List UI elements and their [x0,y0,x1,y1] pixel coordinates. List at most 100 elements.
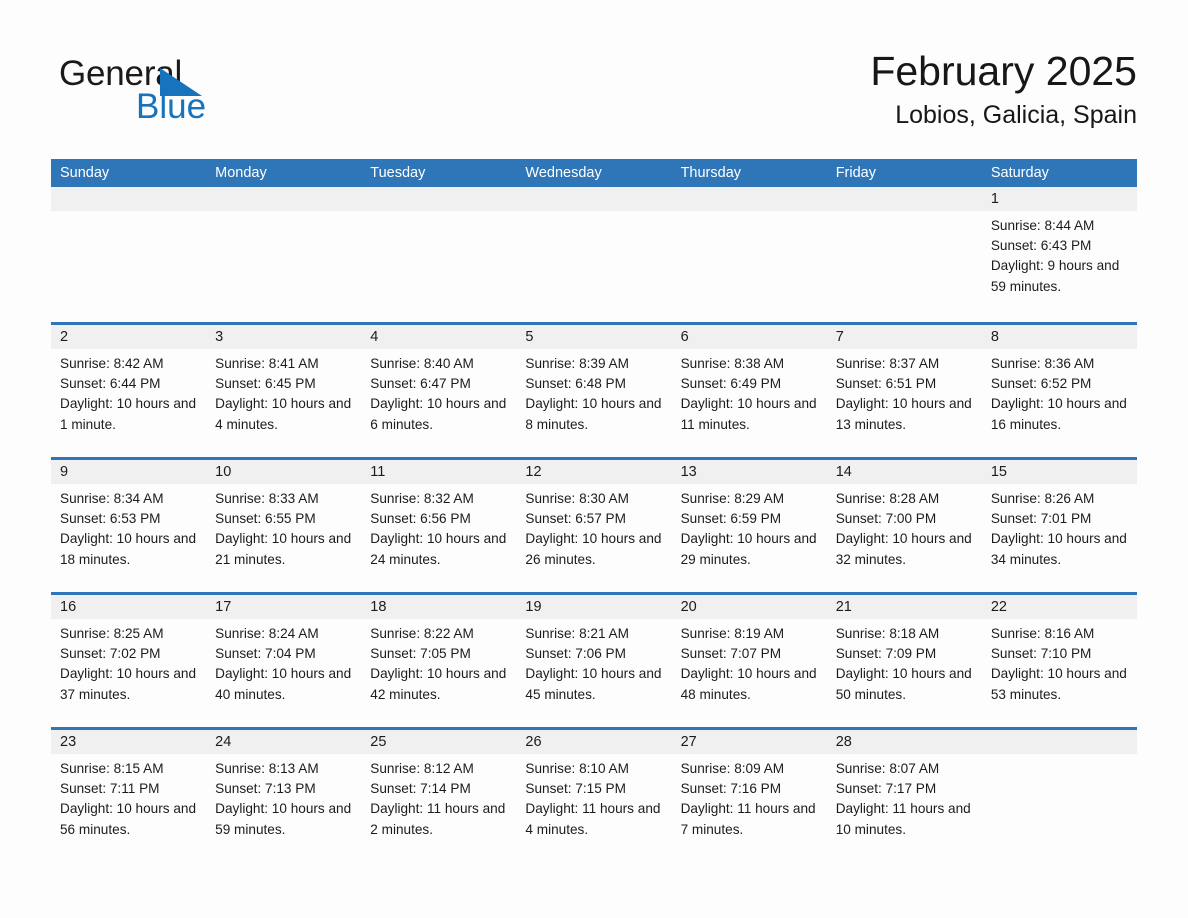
calendar-day-cell[interactable] [206,187,362,322]
calendar-day-cell[interactable]: 22 Sunrise: 8:16 AM Sunset: 7:10 PM Dayl… [981,595,1137,727]
sunrise-text: Sunrise: 8:29 AM [680,491,785,506]
sunset-text: Sunset: 7:02 PM [60,646,161,662]
day-details [672,211,827,216]
calendar-day-cell[interactable] [826,187,982,322]
calendar-day-cell[interactable]: 21 Sunrise: 8:18 AM Sunset: 7:09 PM Dayl… [826,595,982,727]
calendar-day-cell[interactable]: 17 Sunrise: 8:24 AM Sunset: 7:04 PM Dayl… [206,595,362,727]
calendar-day-cell[interactable]: 27 Sunrise: 8:09 AM Sunset: 7:16 PM Dayl… [671,730,827,862]
calendar-day-cell[interactable]: 15 Sunrise: 8:26 AM Sunset: 7:01 PM Dayl… [981,460,1137,592]
sunset-text: Sunset: 6:53 PM [60,511,161,527]
sunrise-text: Sunrise: 8:41 AM [215,356,319,371]
calendar-day-cell[interactable]: 23 Sunrise: 8:15 AM Sunset: 7:11 PM Dayl… [51,730,207,862]
sunrise-text: Sunrise: 8:39 AM [525,356,629,371]
calendar-day-cell[interactable]: 11 Sunrise: 8:32 AM Sunset: 6:56 PM Dayl… [361,460,517,592]
calendar-day-cell[interactable]: 16 Sunrise: 8:25 AM Sunset: 7:02 PM Dayl… [51,595,207,727]
daylight-text: Daylight: 10 hours and 29 minutes. [680,531,817,567]
sunrise-text: Sunrise: 8:09 AM [680,761,785,776]
calendar-day-cell[interactable] [51,187,207,322]
daylight-text: Daylight: 9 hours and 59 minutes. [990,258,1120,294]
calendar-day-cell[interactable]: 13 Sunrise: 8:29 AM Sunset: 6:59 PM Dayl… [671,460,827,592]
daylight-text: Daylight: 10 hours and 34 minutes. [990,531,1127,567]
daylight-text: Daylight: 10 hours and 59 minutes. [215,801,352,837]
day-number: 12 [516,460,672,484]
sunrise-text: Sunrise: 8:42 AM [60,356,164,371]
day-number: 21 [826,595,982,619]
calendar-day-cell[interactable] [981,730,1137,862]
weekday-header-saturday: Saturday [990,165,1049,181]
calendar-week-row: 9 Sunrise: 8:34 AM Sunset: 6:53 PM Dayli… [51,457,1137,592]
calendar-day-cell[interactable]: 3 Sunrise: 8:41 AM Sunset: 6:45 PM Dayli… [206,325,362,457]
calendar-day-cell[interactable]: 14 Sunrise: 8:28 AM Sunset: 7:00 PM Dayl… [826,460,982,592]
daylight-text: Daylight: 10 hours and 26 minutes. [525,531,662,567]
daylight-text: Daylight: 10 hours and 40 minutes. [215,666,352,702]
calendar-day-cell[interactable]: 28 Sunrise: 8:07 AM Sunset: 7:17 PM Dayl… [826,730,982,862]
sunset-text: Sunset: 6:51 PM [835,376,937,392]
sunset-text: Sunset: 6:43 PM [990,238,1092,254]
day-details: Sunrise: 8:26 AM Sunset: 7:01 PM Dayligh… [982,484,1137,570]
daylight-text: Daylight: 10 hours and 16 minutes. [990,396,1127,432]
generalblue-logo: General Blue [59,54,279,138]
day-details: Sunrise: 8:12 AM Sunset: 7:14 PM Dayligh… [361,754,516,840]
calendar-day-cell[interactable]: 4 Sunrise: 8:40 AM Sunset: 6:47 PM Dayli… [361,325,517,457]
calendar-day-cell[interactable]: 12 Sunrise: 8:30 AM Sunset: 6:57 PM Dayl… [516,460,672,592]
day-details: Sunrise: 8:29 AM Sunset: 6:59 PM Dayligh… [672,484,827,570]
day-details: Sunrise: 8:24 AM Sunset: 7:04 PM Dayligh… [206,619,361,705]
sunrise-text: Sunrise: 8:19 AM [680,626,785,641]
calendar-day-cell[interactable] [671,187,827,322]
sunrise-text: Sunrise: 8:30 AM [525,491,629,506]
daylight-text: Daylight: 10 hours and 1 minute. [60,396,197,432]
sunrise-text: Sunrise: 8:13 AM [215,761,319,776]
calendar-day-cell[interactable]: 18 Sunrise: 8:22 AM Sunset: 7:05 PM Dayl… [361,595,517,727]
daylight-text: Daylight: 11 hours and 4 minutes. [525,801,661,837]
calendar-day-cell[interactable]: 19 Sunrise: 8:21 AM Sunset: 7:06 PM Dayl… [516,595,672,727]
day-details: Sunrise: 8:07 AM Sunset: 7:17 PM Dayligh… [827,754,982,840]
day-details: Sunrise: 8:42 AM Sunset: 6:44 PM Dayligh… [51,349,206,435]
calendar-week-row: 2 Sunrise: 8:42 AM Sunset: 6:44 PM Dayli… [51,322,1137,457]
day-details: Sunrise: 8:22 AM Sunset: 7:05 PM Dayligh… [361,619,516,705]
sunrise-text: Sunrise: 8:36 AM [990,356,1095,371]
day-number: 18 [361,595,517,619]
day-number [516,187,672,211]
day-details: Sunrise: 8:39 AM Sunset: 6:48 PM Dayligh… [516,349,671,435]
sunset-text: Sunset: 7:14 PM [370,781,471,797]
calendar-week-row: 1 Sunrise: 8:44 AM Sunset: 6:43 PM Dayli… [51,187,1137,322]
day-number: 23 [51,730,207,754]
calendar-day-cell[interactable]: 6 Sunrise: 8:38 AM Sunset: 6:49 PM Dayli… [671,325,827,457]
calendar-day-cell[interactable]: 8 Sunrise: 8:36 AM Sunset: 6:52 PM Dayli… [981,325,1137,457]
calendar-day-cell[interactable]: 20 Sunrise: 8:19 AM Sunset: 7:07 PM Dayl… [671,595,827,727]
calendar-day-cell[interactable]: 24 Sunrise: 8:13 AM Sunset: 7:13 PM Dayl… [206,730,362,862]
logo-text-blue: Blue [136,87,207,126]
sunset-text: Sunset: 7:00 PM [835,511,937,527]
day-number: 2 [51,325,207,349]
calendar-day-cell[interactable]: 25 Sunrise: 8:12 AM Sunset: 7:14 PM Dayl… [361,730,517,862]
calendar-day-cell[interactable]: 26 Sunrise: 8:10 AM Sunset: 7:15 PM Dayl… [516,730,672,862]
calendar-week-row: 23 Sunrise: 8:15 AM Sunset: 7:11 PM Dayl… [51,727,1137,862]
sunset-text: Sunset: 6:59 PM [680,511,782,527]
calendar-day-cell[interactable]: 2 Sunrise: 8:42 AM Sunset: 6:44 PM Dayli… [51,325,207,457]
day-number: 6 [671,325,827,349]
calendar-day-cell[interactable]: 7 Sunrise: 8:37 AM Sunset: 6:51 PM Dayli… [826,325,982,457]
sunset-text: Sunset: 7:07 PM [680,646,782,662]
calendar-day-cell[interactable]: 10 Sunrise: 8:33 AM Sunset: 6:55 PM Dayl… [206,460,362,592]
calendar-day-cell[interactable] [516,187,672,322]
sunset-text: Sunset: 6:45 PM [215,376,316,392]
sunset-text: Sunset: 7:04 PM [215,646,316,662]
calendar-day-cell[interactable]: 5 Sunrise: 8:39 AM Sunset: 6:48 PM Dayli… [516,325,672,457]
calendar-day-cell[interactable] [361,187,517,322]
page-header: General Blue February 2025 Lobios, Galic… [51,46,1137,146]
calendar-day-cell[interactable]: 1 Sunrise: 8:44 AM Sunset: 6:43 PM Dayli… [981,187,1137,322]
day-number: 15 [981,460,1137,484]
day-number: 10 [206,460,362,484]
sunset-text: Sunset: 6:56 PM [370,511,471,527]
day-number: 5 [516,325,672,349]
sunset-text: Sunset: 6:57 PM [525,511,626,527]
sunrise-text: Sunrise: 8:38 AM [680,356,785,371]
sunrise-text: Sunrise: 8:25 AM [60,626,164,641]
page-title: February 2025 [870,48,1137,94]
day-number [671,187,827,211]
day-number: 9 [51,460,207,484]
day-details: Sunrise: 8:33 AM Sunset: 6:55 PM Dayligh… [206,484,361,570]
day-number: 11 [361,460,517,484]
daylight-text: Daylight: 10 hours and 21 minutes. [215,531,352,567]
calendar-day-cell[interactable]: 9 Sunrise: 8:34 AM Sunset: 6:53 PM Dayli… [51,460,207,592]
